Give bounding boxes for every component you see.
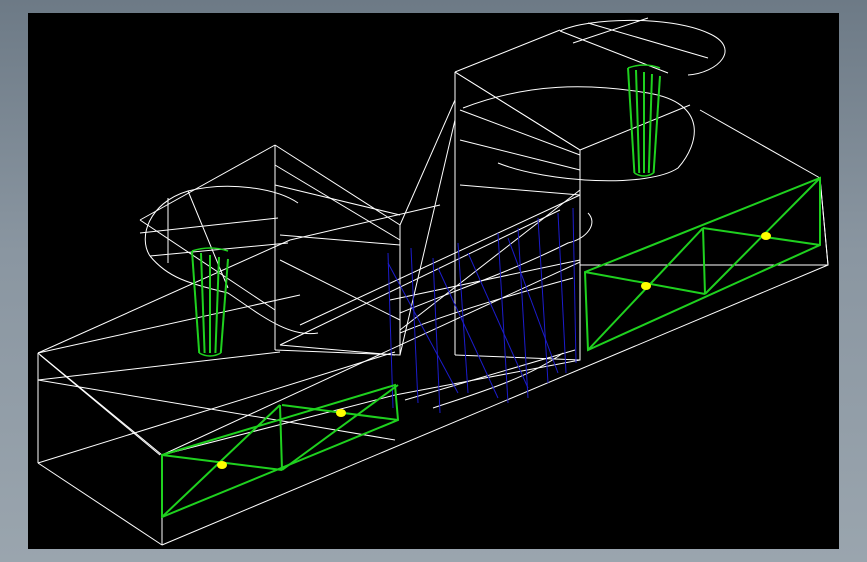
yellow-points [217,232,771,469]
yellow-point [336,409,346,417]
right-lobe-arc [559,19,726,76]
right-block-line [459,184,581,196]
base-diag-3 [37,351,281,381]
right-block-line [459,139,581,171]
base-left-top [39,354,161,456]
base-top-back-2 [289,204,441,241]
green-cylinder-right [652,75,661,174]
center-curve [399,212,593,314]
center-line [399,99,456,226]
left-block-line [279,344,396,356]
green-cylinder-right [647,73,653,174]
left-lobe-arc-2 [149,255,319,335]
base-top-front [37,177,829,456]
green-faces [161,64,821,519]
cad-wireframe-viewport[interactable] [28,13,839,549]
right-block-diag [454,71,581,151]
hidden-edge [497,232,509,404]
hidden-edge [387,262,459,394]
green-divider-left [279,404,283,471]
base-bottom-left [37,462,163,546]
hidden-edge [572,207,577,364]
left-block-line [279,259,401,321]
hidden-edge [437,267,499,399]
base-top-back [37,239,291,354]
center-line [404,349,576,401]
base-top-right [699,109,821,179]
left-block-line [279,234,401,246]
yellow-point [641,282,651,290]
right-block-top-2 [579,104,691,151]
base-front-top [161,394,396,456]
hidden-edge [387,252,394,409]
yellow-point [217,461,227,469]
wireframe-model [37,17,829,546]
center-curve-3 [432,352,564,409]
green-cylinder-left-bottom [198,352,222,357]
green-cylinder-left [200,252,206,354]
yellow-point [761,232,771,240]
green-cylinder-right [635,69,641,174]
left-lobe-lines [139,190,289,289]
application-frame [0,0,867,562]
center-line [399,119,456,356]
right-block-top [454,29,561,73]
hidden-edge [557,212,567,374]
base-diag-4 [37,294,301,354]
right-lobe-arc-2 [462,86,695,182]
hidden-edge [507,237,559,374]
base-bottom-front [161,264,829,546]
center-line [389,259,581,301]
green-face-left [161,383,400,519]
right-block-line [459,109,581,156]
base-right-edge [819,177,829,266]
green-cylinder-left [191,250,201,354]
left-block-top [139,144,276,221]
green-face-right [583,176,821,352]
white-edges [37,17,829,546]
green-cylinder-right [627,67,636,174]
base-diag-1 [37,351,396,464]
right-lobe-lines [559,17,709,74]
green-cylinder-right-bottom [634,172,654,177]
green-diag [161,404,281,518]
hidden-edge [517,227,529,399]
left-block-diag [139,219,276,311]
green-divider-right [702,227,706,295]
center-line [299,194,581,326]
center-line [399,189,581,331]
hidden-blue-edges [387,207,577,414]
hidden-edge [432,257,441,414]
